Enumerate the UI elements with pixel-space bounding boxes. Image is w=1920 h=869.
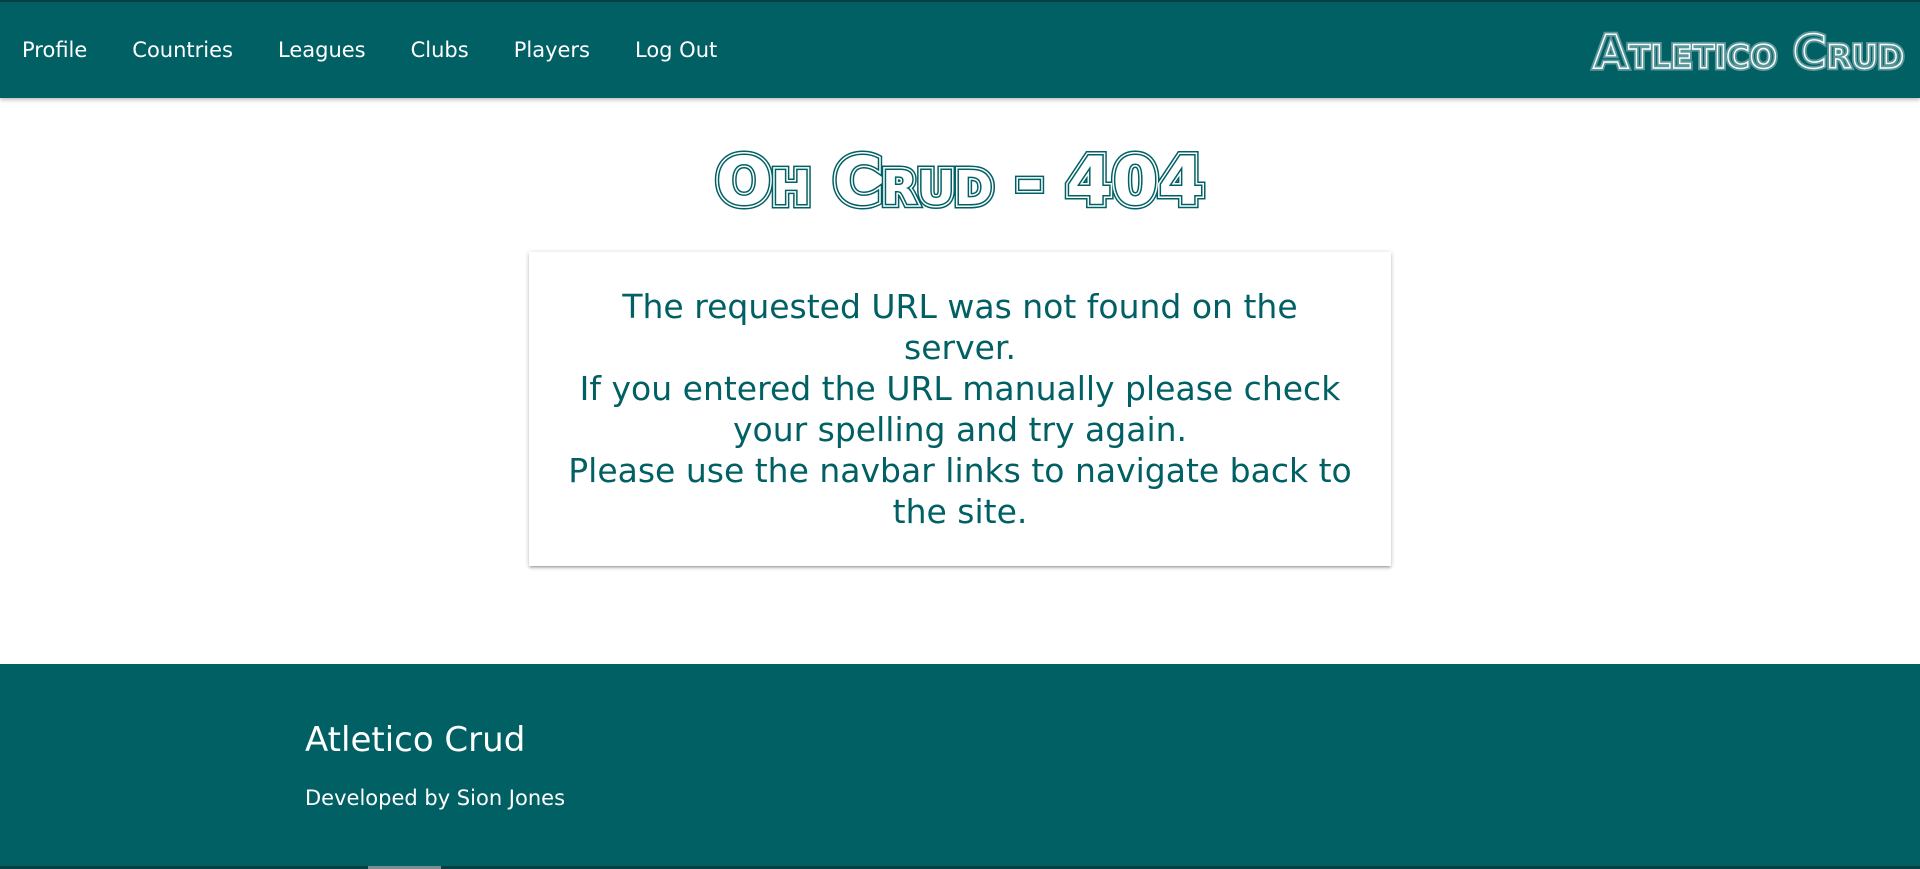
- footer-credit: Developed by Sion Jones: [305, 786, 566, 810]
- brand-logo-text-inner: Atletico Crud: [1593, 25, 1904, 76]
- nav-link-countries[interactable]: Countries: [110, 1, 256, 99]
- nav-link-leagues[interactable]: Leagues: [256, 1, 389, 99]
- page: Profile Countries Leagues Clubs Players …: [0, 0, 1920, 869]
- error-message-line: Please use the navbar links to navigate …: [568, 451, 1352, 490]
- error-message-line: If you entered the URL manually please c…: [579, 369, 1341, 408]
- page-title-text-core: Oh Crud - 404: [716, 143, 1204, 220]
- footer-title: Atletico Crud: [305, 720, 526, 760]
- brand-logo[interactable]: Atletico Crud Atletico Crud: [1488, 24, 1908, 76]
- error-card: The requested URL was not found on the s…: [529, 252, 1391, 566]
- nav-link-clubs[interactable]: Clubs: [388, 1, 491, 99]
- footer: Atletico Crud Developed by Sion Jones: [0, 664, 1920, 869]
- page-title: Oh Crud - 404 Oh Crud - 404 Oh Crud - 40…: [711, 140, 1208, 220]
- heading-wrap: Oh Crud - 404 Oh Crud - 404 Oh Crud - 40…: [0, 140, 1920, 220]
- nav-links: Profile Countries Leagues Clubs Players …: [0, 2, 740, 98]
- error-message-line: the site.: [892, 492, 1028, 531]
- nav-link-players[interactable]: Players: [491, 1, 612, 99]
- navbar: Profile Countries Leagues Clubs Players …: [0, 0, 1920, 98]
- error-message-line: The requested URL was not found on the s…: [622, 287, 1298, 367]
- error-message: The requested URL was not found on the s…: [567, 286, 1353, 532]
- nav-link-log-out[interactable]: Log Out: [613, 1, 740, 99]
- nav-link-profile[interactable]: Profile: [0, 1, 110, 99]
- error-message-line: your spelling and try again.: [732, 410, 1188, 449]
